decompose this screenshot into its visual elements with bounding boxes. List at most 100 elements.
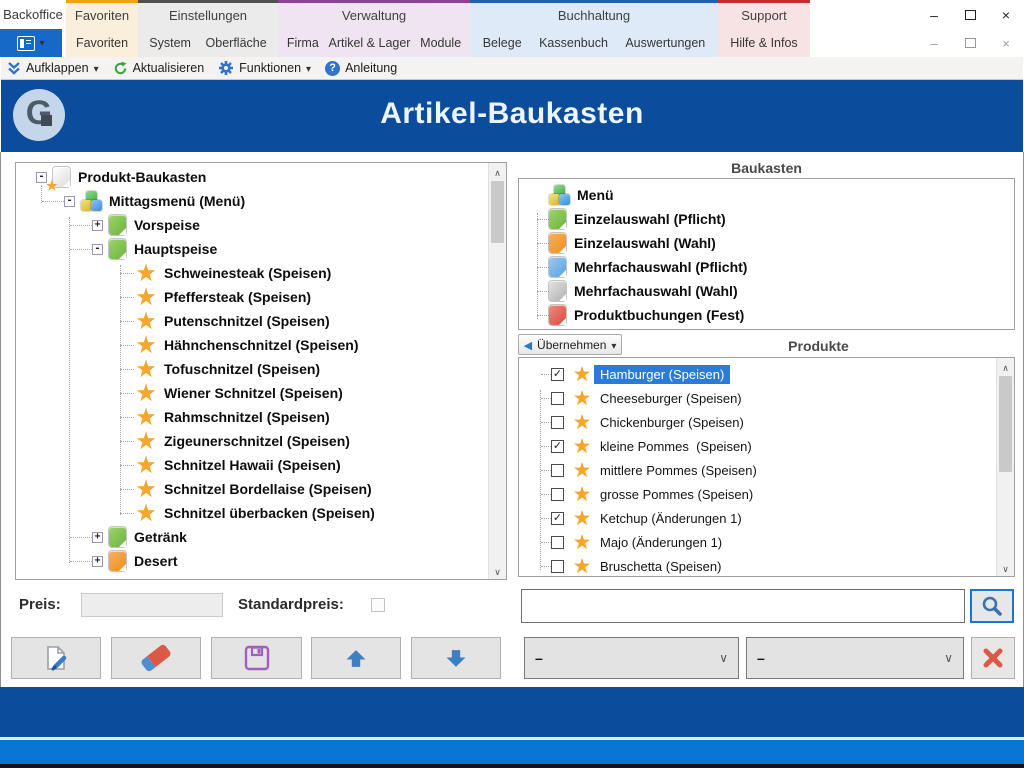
collapse-icon[interactable]: -: [64, 196, 75, 207]
delete-button[interactable]: [111, 637, 201, 679]
clear-button[interactable]: [971, 637, 1015, 679]
tree-item-product[interactable]: Zigeunerschnitzel (Speisen): [16, 429, 489, 453]
checkbox-unchecked[interactable]: [551, 392, 564, 405]
baukasten-item[interactable]: Einzelauswahl (Wahl): [519, 231, 1012, 255]
expand-icon[interactable]: +: [92, 532, 103, 543]
checkbox-unchecked[interactable]: [551, 536, 564, 549]
ribbon-item-kassenbuch[interactable]: Kassenbuch: [539, 36, 608, 50]
baukasten-item[interactable]: Mehrfachauswahl (Pflicht): [519, 255, 1012, 279]
tree-item-product[interactable]: Schnitzel Hawaii (Speisen): [16, 453, 489, 477]
tree-item-product[interactable]: Pfeffersteak (Speisen): [16, 285, 489, 309]
ribbon-item-system[interactable]: System: [149, 36, 191, 50]
tree-item-product[interactable]: Schweinesteak (Speisen): [16, 261, 489, 285]
tree-connector: [541, 542, 551, 543]
aufklappen-button[interactable]: Aufklappen: [7, 61, 99, 75]
produkt-row[interactable]: Bruschetta (Speisen): [519, 554, 997, 576]
produkt-row[interactable]: ✓Ketchup (Änderungen 1): [519, 506, 997, 530]
scroll-up-icon[interactable]: [489, 163, 506, 180]
tree-item-product[interactable]: Rahmschnitzel (Speisen): [16, 405, 489, 429]
collapse-icon[interactable]: -: [92, 244, 103, 255]
standardpreis-checkbox[interactable]: [371, 598, 385, 612]
tree-item-root[interactable]: - Produkt-Baukasten: [16, 165, 489, 189]
tree-scrollbar[interactable]: [488, 163, 506, 579]
tree-item-product[interactable]: Schnitzel überbacken (Speisen): [16, 501, 489, 525]
aktualisieren-button[interactable]: Aktualisieren: [113, 61, 205, 76]
move-up-button[interactable]: [311, 637, 401, 679]
tab-buchhaltung[interactable]: Buchhaltung: [470, 3, 718, 29]
tree-item-product[interactable]: Putenschnitzel (Speisen): [16, 309, 489, 333]
expand-icon[interactable]: +: [92, 556, 103, 567]
preis-input[interactable]: [81, 593, 223, 617]
scroll-up-icon[interactable]: [997, 358, 1014, 375]
baukasten-item[interactable]: Einzelauswahl (Pflicht): [519, 207, 1012, 231]
expand-icon[interactable]: +: [92, 220, 103, 231]
star-icon: [134, 502, 158, 525]
tab-backoffice[interactable]: Backoffice: [0, 0, 66, 29]
produkt-row[interactable]: Cheeseburger (Speisen): [519, 386, 997, 410]
checkbox-unchecked[interactable]: [551, 488, 564, 501]
checkbox-unchecked[interactable]: [551, 416, 564, 429]
baukasten-item[interactable]: Produktbuchungen (Fest): [519, 303, 1012, 327]
new-entry-button[interactable]: [11, 637, 101, 679]
produkte-scrollbar[interactable]: [996, 358, 1014, 576]
search-input[interactable]: [521, 589, 965, 623]
tree-connector: [70, 249, 92, 250]
ribbon-item-artikel-lager[interactable]: Artikel & Lager: [328, 36, 410, 50]
tree-item-product[interactable]: Hähnchenschnitzel (Speisen): [16, 333, 489, 357]
tree-item-menu[interactable]: - Mittagsmenü (Menü): [16, 189, 489, 213]
produkt-row[interactable]: ✓kleine Pommes (Speisen): [519, 434, 997, 458]
ribbon-group-einstellungen: Einstellungen System Oberfläche: [138, 0, 278, 57]
anleitung-button[interactable]: Anleitung: [325, 61, 397, 76]
checkbox-unchecked[interactable]: [551, 560, 564, 573]
tree-item-product[interactable]: Tofuschnitzel (Speisen): [16, 357, 489, 381]
close-button-inner[interactable]: ×: [998, 37, 1014, 50]
minimize-button[interactable]: –: [926, 8, 942, 22]
scroll-down-icon[interactable]: [997, 559, 1014, 576]
ribbon-item-hilfe-infos[interactable]: Hilfe & Infos: [730, 36, 797, 50]
ribbon-item-belege[interactable]: Belege: [483, 36, 522, 50]
produkt-row[interactable]: mittlere Pommes (Speisen): [519, 458, 997, 482]
maximize-button-inner[interactable]: [962, 37, 978, 50]
filter-dropdown-2[interactable]: –: [746, 637, 964, 679]
produkt-row[interactable]: ✓Hamburger (Speisen): [519, 362, 997, 386]
baukasten-item-menu[interactable]: Menü: [519, 183, 1012, 207]
tree-item-category[interactable]: + Desert: [16, 549, 489, 573]
tree-item-category[interactable]: - Hauptspeise: [16, 237, 489, 261]
tree-item-category[interactable]: + Vorspeise: [16, 213, 489, 237]
star-icon: [570, 483, 594, 506]
anleitung-label: Anleitung: [345, 61, 397, 75]
ribbon-item-module[interactable]: Module: [420, 36, 461, 50]
minimize-button-inner[interactable]: –: [926, 37, 942, 50]
move-down-button[interactable]: [411, 637, 501, 679]
save-button[interactable]: [211, 637, 302, 679]
uebernehmen-button[interactable]: Übernehmen: [518, 334, 622, 355]
produkt-row[interactable]: Chickenburger (Speisen): [519, 410, 997, 434]
close-button[interactable]: ×: [998, 8, 1014, 22]
checkbox-checked[interactable]: ✓: [551, 368, 564, 381]
tab-einstellungen[interactable]: Einstellungen: [138, 3, 278, 29]
tab-favoriten[interactable]: Favoriten: [66, 3, 138, 29]
maximize-button[interactable]: [962, 8, 978, 22]
checkbox-checked[interactable]: ✓: [551, 440, 564, 453]
scroll-down-icon[interactable]: [489, 562, 506, 579]
tree-item-category[interactable]: + Getränk: [16, 525, 489, 549]
tree-item-product[interactable]: Wiener Schnitzel (Speisen): [16, 381, 489, 405]
tab-support[interactable]: Support: [718, 3, 810, 29]
funktionen-button[interactable]: Funktionen: [218, 60, 311, 76]
app-menu-button[interactable]: [0, 29, 62, 57]
ribbon-item-oberflaeche[interactable]: Oberfläche: [206, 36, 267, 50]
baukasten-item[interactable]: Mehrfachauswahl (Wahl): [519, 279, 1012, 303]
ribbon-item-auswertungen[interactable]: Auswertungen: [625, 36, 705, 50]
tab-verwaltung[interactable]: Verwaltung: [278, 3, 470, 29]
filter-dropdown-1[interactable]: –: [524, 637, 739, 679]
checkbox-unchecked[interactable]: [551, 464, 564, 477]
scroll-thumb[interactable]: [491, 181, 504, 243]
ribbon-item-favoriten[interactable]: Favoriten: [76, 36, 128, 50]
search-button[interactable]: [970, 589, 1014, 623]
tree-item-product[interactable]: Schnitzel Bordellaise (Speisen): [16, 477, 489, 501]
produkt-row[interactable]: Majo (Änderungen 1): [519, 530, 997, 554]
scroll-thumb[interactable]: [999, 376, 1012, 472]
ribbon-item-firma[interactable]: Firma: [287, 36, 319, 50]
checkbox-checked[interactable]: ✓: [551, 512, 564, 525]
produkt-row[interactable]: grosse Pommes (Speisen): [519, 482, 997, 506]
